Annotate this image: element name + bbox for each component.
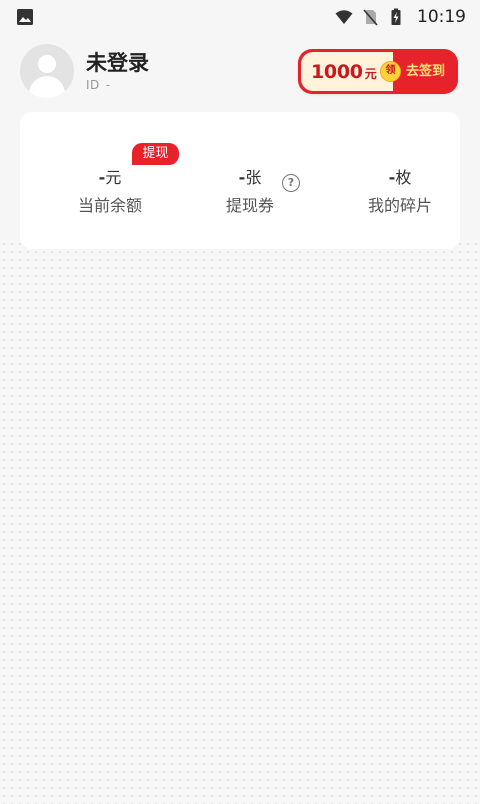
coupon-label: 提现券: [225, 196, 274, 215]
balance-label: 当前余额: [77, 196, 142, 215]
signin-action-label: 去签到: [406, 64, 446, 79]
pieces-item[interactable]: -枚 我的碎片: [350, 112, 450, 249]
pieces-unit: 枚: [395, 168, 412, 187]
battery-charging-icon: [387, 8, 405, 26]
user-id-value: -: [105, 78, 111, 92]
profile-header[interactable]: 未登录 ID -: [20, 44, 149, 98]
coupon-unit: 张: [245, 168, 262, 187]
signin-banner-button[interactable]: 1000 元 领 去签到: [298, 49, 458, 94]
wallet-card: 提现 -元 当前余额 -张 提现券 ? -枚 我的碎片: [20, 112, 460, 249]
no-sim-icon: [361, 8, 379, 26]
balance-unit: 元: [105, 168, 122, 187]
user-id: ID -: [86, 78, 149, 92]
balance-item[interactable]: -元 当前余额: [60, 112, 160, 249]
avatar[interactable]: [20, 44, 74, 98]
profile-text: 未登录 ID -: [86, 50, 149, 92]
avatar-body-shape: [29, 76, 65, 98]
pieces-value-line: -枚: [350, 164, 450, 188]
status-bar-left: [16, 8, 34, 26]
image-icon: [16, 8, 34, 26]
signin-amount: 1000: [311, 60, 363, 83]
avatar-head-shape: [38, 55, 56, 73]
screen: 10:19 未登录 ID - 1000 元 领 去签到 提现 -元 当前余额 -…: [0, 0, 480, 804]
status-time: 10:19: [417, 7, 466, 27]
coin-icon: 领: [380, 61, 401, 82]
wifi-icon: [335, 8, 353, 26]
username[interactable]: 未登录: [86, 50, 149, 76]
dotted-background: [0, 240, 480, 804]
status-bar-right: 10:19: [335, 7, 466, 27]
user-id-label: ID: [86, 78, 100, 92]
help-icon[interactable]: ?: [282, 174, 300, 192]
status-bar: 10:19: [0, 0, 480, 34]
pieces-label: 我的碎片: [367, 196, 432, 215]
balance-value-line: -元: [60, 164, 160, 188]
signin-unit: 元: [364, 67, 377, 81]
